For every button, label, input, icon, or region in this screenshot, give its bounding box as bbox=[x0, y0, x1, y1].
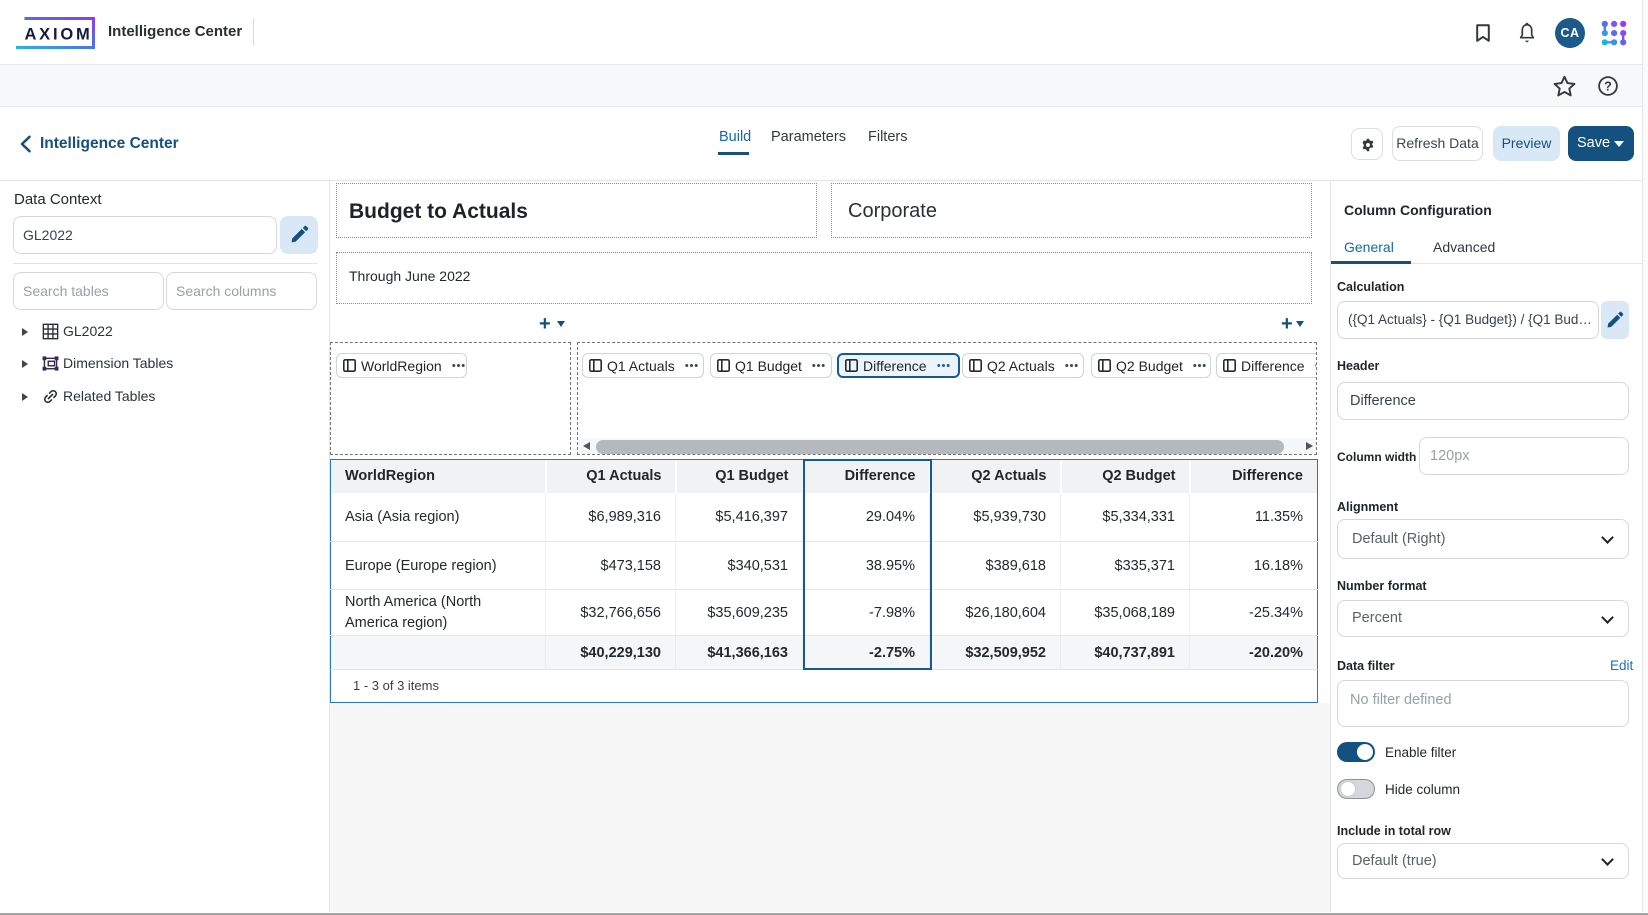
svg-text:?: ? bbox=[1604, 80, 1612, 94]
svg-text:AXIOM: AXIOM bbox=[24, 26, 92, 44]
